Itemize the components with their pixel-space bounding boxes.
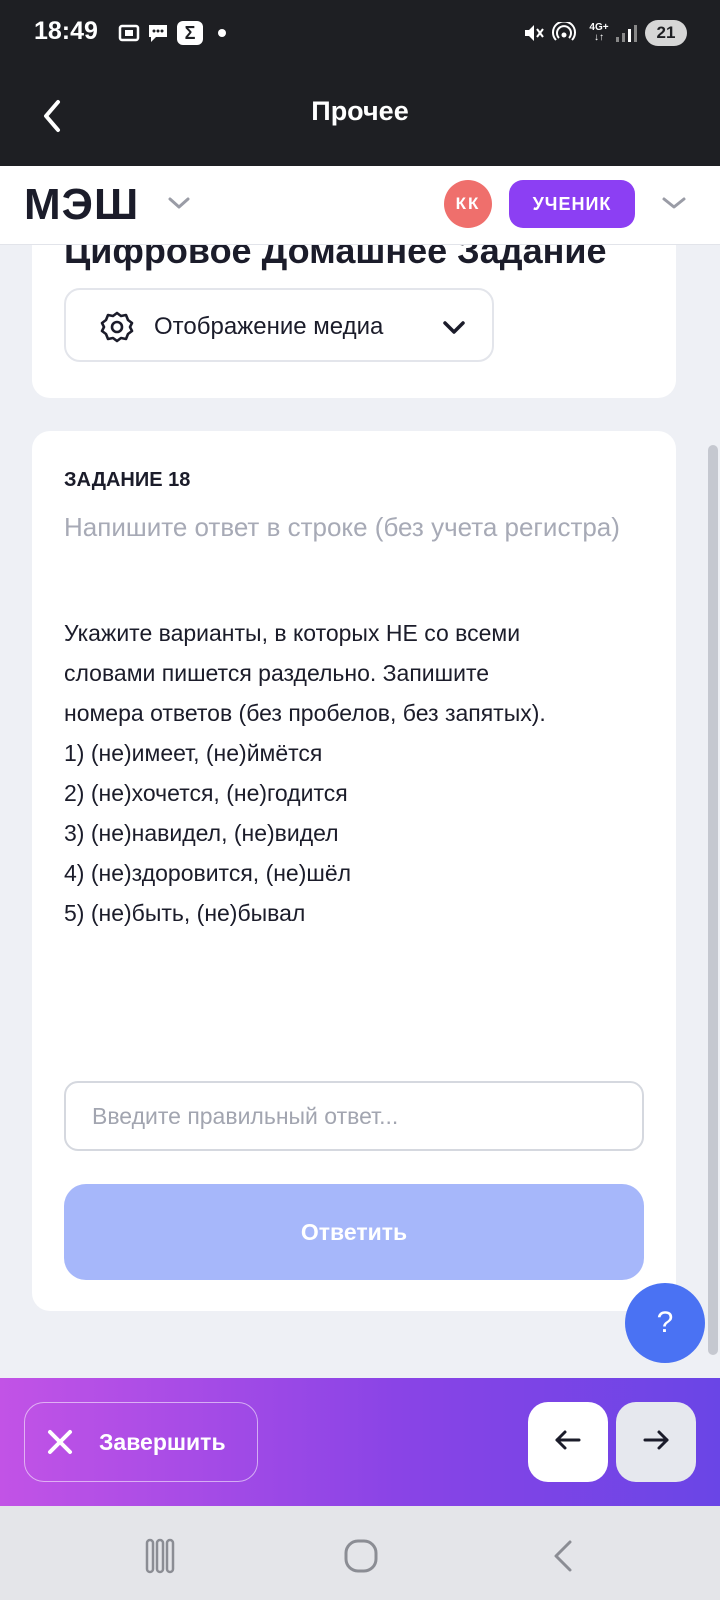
arrow-right-icon [641,1428,671,1457]
avatar[interactable]: КК [444,180,492,228]
next-button[interactable] [616,1402,696,1482]
media-display-button[interactable]: Отображение медиа [64,288,494,362]
media-display-label: Отображение медиа [154,313,384,340]
arrow-left-icon [553,1428,583,1457]
answer-option-5: 5) (не)быть, (не)бывал [64,900,306,926]
answer-option-1: 1) (не)имеет, (не)ймётся [64,740,323,766]
hotspot-icon [552,21,576,45]
question-line: номера ответов (без пробелов, без запяты… [64,700,546,726]
profile-chevron-down-icon[interactable] [660,194,688,212]
answer-input[interactable] [64,1081,644,1151]
battery-indicator: 21 [645,20,687,46]
app-header: МЭШ КК УЧЕНИК [0,166,720,245]
dot-icon [217,21,227,45]
signal-icon [614,21,640,45]
back-icon[interactable] [548,1536,578,1581]
chat-icon [146,21,170,45]
mute-icon [522,21,546,45]
chevron-down-icon[interactable] [166,194,192,212]
screenshot-icon [118,21,140,45]
task-hint: Напишите ответ в строке (без учета регис… [64,512,620,542]
answer-option-4: 4) (не)здоровится, (не)шёл [64,860,352,886]
page-title: Прочее [311,96,409,126]
chevron-down-icon [442,320,466,336]
answer-option-3: 3) (не)навидел, (не)видел [64,820,339,846]
submit-button[interactable]: Ответить [64,1184,644,1280]
app-logo[interactable]: МЭШ [24,180,139,230]
role-badge[interactable]: УЧЕНИК [509,180,635,228]
scrollbar[interactable] [708,445,718,1355]
gear-icon [100,310,134,344]
network-4g-icon: 4G+ ↓↑ [589,22,609,43]
question-line: словами пишется раздельно. Запишите [64,660,490,686]
question-line: Укажите варианты, в которых НЕ со всеми [64,620,521,646]
status-bar: 18:49 Σ 4G+ ↓↑ 21 [0,0,720,66]
sigma-icon: Σ [177,21,203,45]
task-question: Укажите варианты, в которых НЕ со всеми … [64,613,664,933]
system-nav-bar [0,1506,720,1600]
home-icon[interactable] [343,1536,379,1581]
bottom-action-bar: Завершить [0,1378,720,1506]
answer-option-2: 2) (не)хочется, (не)годится [64,780,348,806]
finish-button[interactable]: Завершить [24,1402,258,1482]
status-time: 18:49 [34,17,98,45]
previous-button[interactable] [528,1402,608,1482]
recent-apps-icon[interactable] [144,1536,176,1581]
top-nav-bar: Прочее [0,66,720,166]
task-number: ЗАДАНИЕ 18 [64,469,191,491]
help-button[interactable]: ? [625,1283,705,1363]
close-icon [47,1429,73,1455]
finish-label: Завершить [99,1429,226,1455]
task-card: ЗАДАНИЕ 18 Напишите ответ в строке (без … [32,431,676,1311]
